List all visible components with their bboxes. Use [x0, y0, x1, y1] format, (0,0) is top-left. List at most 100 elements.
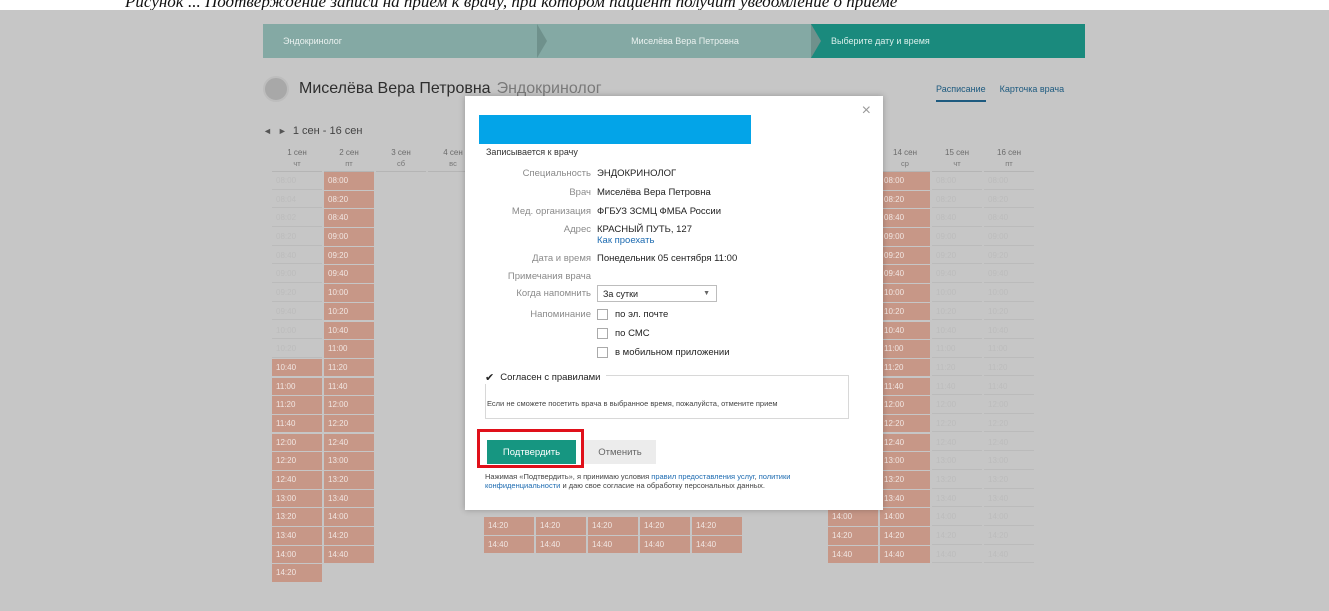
- time-slot: 12:20: [984, 414, 1034, 433]
- time-slot[interactable]: 14:20: [536, 517, 586, 535]
- time-slot[interactable]: 08:40: [880, 209, 930, 227]
- time-slot[interactable]: 08:20: [880, 190, 930, 209]
- step-specialty[interactable]: Эндокринолог: [263, 24, 547, 58]
- time-slot[interactable]: 14:20: [880, 527, 930, 545]
- time-slot[interactable]: 11:00: [272, 377, 322, 396]
- cancel-button[interactable]: Отменить: [584, 440, 656, 464]
- time-slot[interactable]: 12:20: [880, 414, 930, 433]
- next-arrow-icon[interactable]: ►: [278, 126, 287, 136]
- time-slot[interactable]: 09:00: [324, 228, 374, 246]
- prev-arrow-icon[interactable]: ◄: [263, 126, 272, 136]
- time-slot[interactable]: 12:20: [272, 452, 322, 470]
- time-slot[interactable]: 09:40: [324, 265, 374, 283]
- time-slot[interactable]: 10:00: [880, 284, 930, 302]
- time-slot[interactable]: 09:20: [324, 246, 374, 265]
- time-slot[interactable]: 09:00: [880, 228, 930, 246]
- reminder-sms-option[interactable]: по СМС: [597, 328, 730, 339]
- time-slot[interactable]: 14:20: [588, 517, 638, 535]
- time-slot[interactable]: 13:00: [880, 452, 930, 470]
- time-slot[interactable]: 14:00: [272, 545, 322, 564]
- row-organization: Мед. организация ФГБУЗ ЗСМЦ ФМБА России: [511, 206, 722, 217]
- time-slot[interactable]: 13:20: [880, 471, 930, 489]
- time-slot[interactable]: 14:40: [588, 535, 638, 554]
- time-slot[interactable]: 11:20: [272, 396, 322, 414]
- confirm-button[interactable]: Подтвердить: [487, 440, 576, 464]
- tab-doctor-card[interactable]: Карточка врача: [1000, 84, 1065, 102]
- app-checkbox[interactable]: [597, 347, 608, 358]
- time-slot[interactable]: 14:00: [324, 508, 374, 526]
- time-slot[interactable]: 14:20: [828, 527, 878, 545]
- time-slot[interactable]: 13:00: [324, 452, 374, 470]
- time-slot[interactable]: 10:00: [324, 284, 374, 302]
- date-range-label: 1 сен - 16 сен: [292, 125, 363, 137]
- confirm-appointment-dialog: × Записывается к врачу Специальность ЭНД…: [465, 96, 883, 510]
- time-slot[interactable]: 08:40: [324, 209, 374, 227]
- time-slot[interactable]: 13:00: [272, 489, 322, 508]
- time-slot[interactable]: 10:40: [880, 321, 930, 339]
- reminder-email-option[interactable]: по эл. почте: [597, 309, 730, 320]
- time-slot: 09:00: [932, 228, 982, 246]
- day-header: 2 сен пт: [324, 144, 374, 172]
- time-slot: 08:20: [932, 190, 982, 209]
- time-slot[interactable]: 12:20: [324, 414, 374, 433]
- time-slot[interactable]: 14:20: [272, 564, 322, 582]
- time-slot[interactable]: 12:00: [272, 433, 322, 452]
- close-icon[interactable]: ×: [862, 102, 871, 120]
- time-slot[interactable]: 14:40: [536, 535, 586, 554]
- remind-when-select[interactable]: За сутки ▼: [597, 285, 717, 302]
- time-slot[interactable]: 12:40: [272, 471, 322, 489]
- time-slot: 10:20: [932, 302, 982, 321]
- time-slot[interactable]: 12:00: [324, 396, 374, 414]
- time-slot[interactable]: 11:40: [880, 377, 930, 396]
- time-slot[interactable]: 13:40: [272, 527, 322, 545]
- time-slot[interactable]: 14:40: [324, 545, 374, 564]
- time-slot[interactable]: 13:40: [880, 489, 930, 508]
- time-slot[interactable]: 14:40: [640, 535, 690, 554]
- email-checkbox[interactable]: [597, 309, 608, 320]
- time-slot[interactable]: 12:40: [324, 433, 374, 452]
- time-slot[interactable]: 13:20: [272, 508, 322, 526]
- agree-rules-checkbox[interactable]: ✔ Согласен с правилами: [485, 371, 607, 384]
- time-slot[interactable]: 11:20: [324, 358, 374, 377]
- time-slot: 08:40: [272, 246, 322, 265]
- time-slot[interactable]: 14:20: [692, 517, 742, 535]
- time-slot[interactable]: 10:40: [324, 321, 374, 339]
- time-slot[interactable]: 08:20: [324, 190, 374, 209]
- time-slot[interactable]: 14:20: [484, 517, 534, 535]
- doctor-tabs: Расписание Карточка врача: [936, 84, 1064, 102]
- time-slot[interactable]: 08:00: [880, 172, 930, 190]
- row-specialty: Специальность ЭНДОКРИНОЛОГ: [522, 168, 677, 179]
- sms-checkbox[interactable]: [597, 328, 608, 339]
- time-slot[interactable]: 14:00: [828, 508, 878, 526]
- time-slot[interactable]: 14:40: [692, 535, 742, 554]
- time-slot: 13:40: [932, 489, 982, 508]
- time-slot[interactable]: 14:40: [484, 535, 534, 554]
- time-slot[interactable]: 09:40: [880, 265, 930, 283]
- time-slot[interactable]: 14:00: [880, 508, 930, 526]
- time-slot[interactable]: 13:40: [324, 489, 374, 508]
- time-slot[interactable]: 10:20: [324, 302, 374, 321]
- time-slot[interactable]: 12:00: [880, 396, 930, 414]
- time-slot[interactable]: 14:40: [828, 545, 878, 564]
- time-slot[interactable]: 11:00: [880, 340, 930, 358]
- time-slot[interactable]: 10:40: [272, 358, 322, 377]
- time-slot[interactable]: 13:20: [324, 471, 374, 489]
- time-slot[interactable]: 14:20: [640, 517, 690, 535]
- directions-link[interactable]: Как проехать: [597, 235, 654, 246]
- time-slot[interactable]: 14:40: [880, 545, 930, 564]
- time-slot[interactable]: 11:20: [880, 358, 930, 377]
- time-slot[interactable]: 11:00: [324, 340, 374, 358]
- time-slot[interactable]: 12:40: [880, 433, 930, 452]
- time-slot[interactable]: 14:20: [324, 527, 374, 545]
- time-slot[interactable]: 08:00: [324, 172, 374, 190]
- time-slot: 11:00: [932, 340, 982, 358]
- time-slot[interactable]: 11:40: [324, 377, 374, 396]
- time-slot: 08:02: [272, 209, 322, 227]
- time-slot[interactable]: 10:20: [880, 302, 930, 321]
- time-slot[interactable]: 11:40: [272, 414, 322, 433]
- step-doctor[interactable]: Миселёва Вера Петровна: [537, 24, 821, 58]
- time-slot[interactable]: 09:20: [880, 246, 930, 265]
- tab-schedule[interactable]: Расписание: [936, 84, 986, 102]
- reminder-app-option[interactable]: в мобильном приложении: [597, 347, 730, 358]
- terms-link[interactable]: правил предоставления услуг: [651, 472, 754, 481]
